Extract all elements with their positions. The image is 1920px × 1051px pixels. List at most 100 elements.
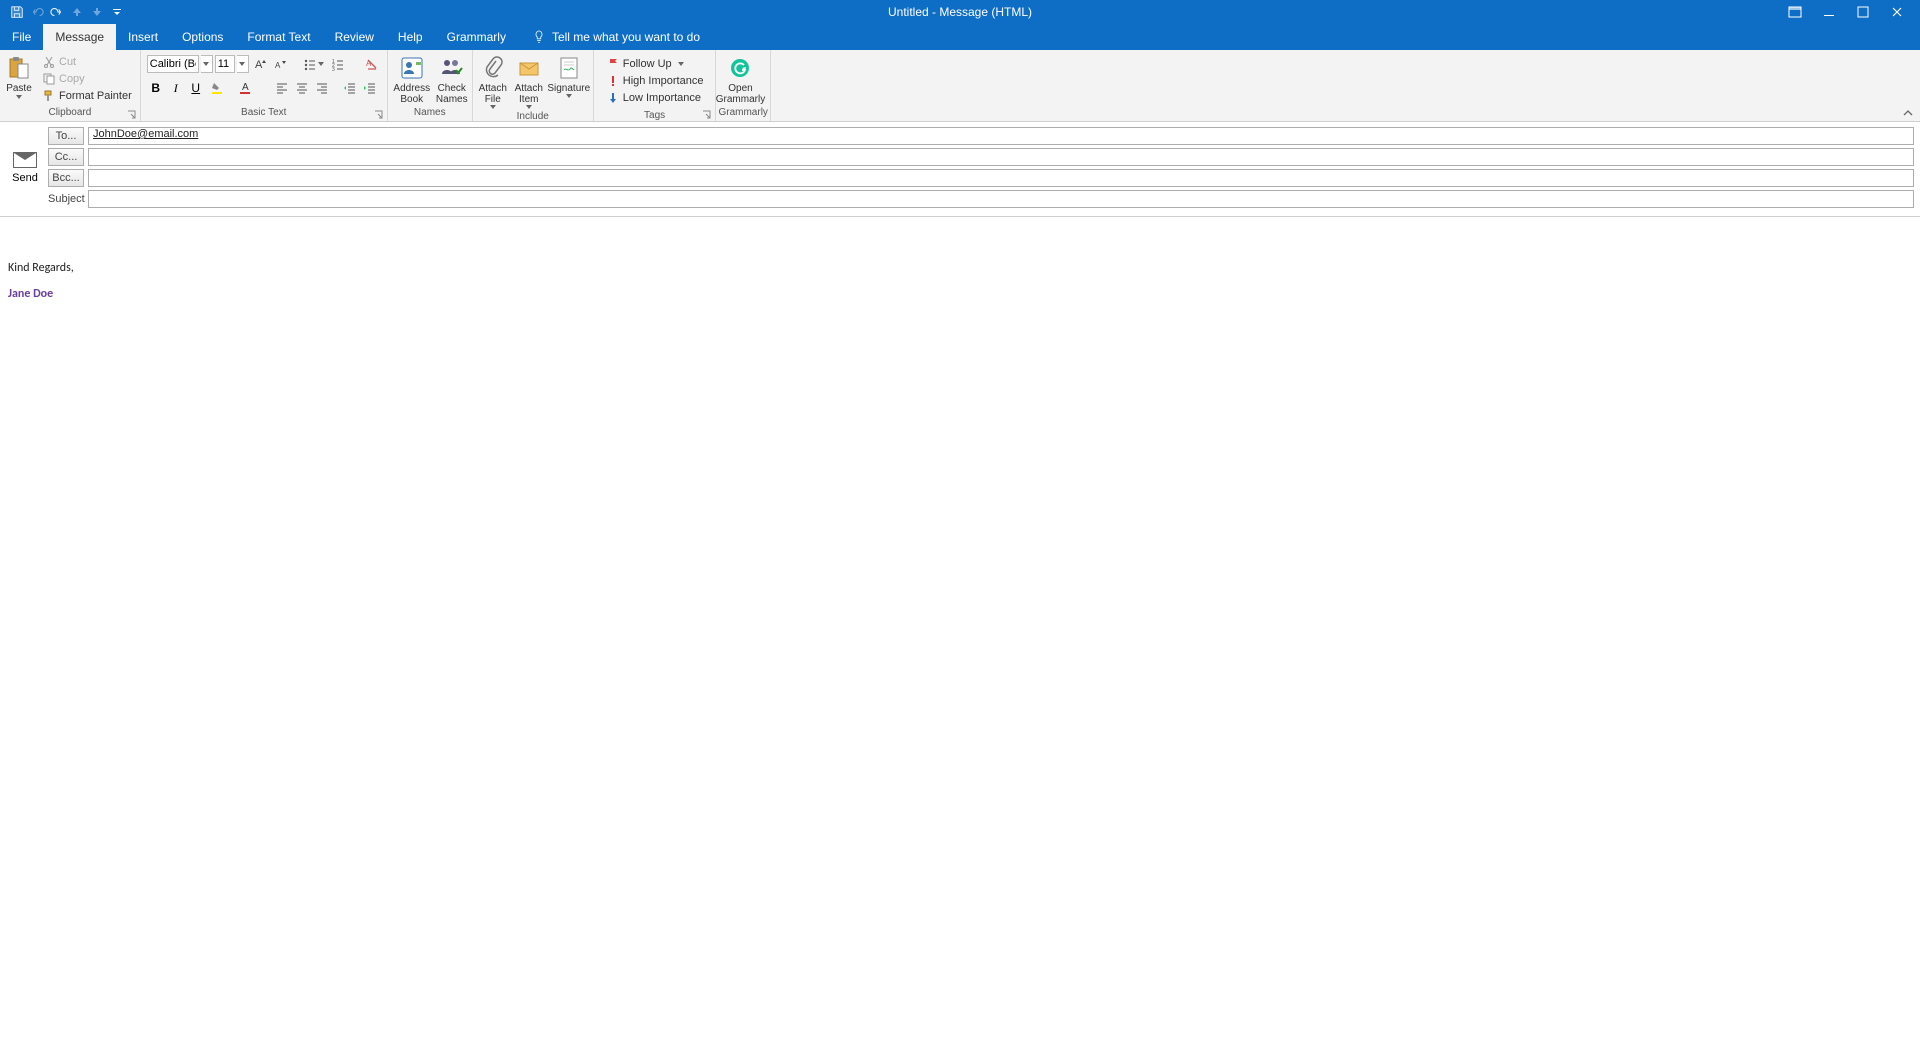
font-color-button[interactable]: A — [235, 79, 261, 97]
paste-dropdown-icon — [16, 95, 22, 99]
maximize-icon[interactable] — [1848, 2, 1878, 22]
high-importance-button[interactable]: High Importance — [602, 73, 708, 89]
collapse-ribbon-icon[interactable] — [1902, 107, 1914, 119]
decrease-indent-icon[interactable] — [341, 79, 359, 97]
increase-indent-icon[interactable] — [361, 79, 379, 97]
window-title: Untitled - Message (HTML) — [888, 5, 1032, 19]
attach-file-button[interactable]: Attach File — [475, 52, 511, 111]
paperclip-icon — [479, 54, 507, 82]
increase-font-icon[interactable]: A — [251, 55, 269, 73]
group-grammarly: Open Grammarly Grammarly — [716, 50, 770, 121]
tab-insert[interactable]: Insert — [116, 24, 170, 50]
copy-icon — [42, 72, 56, 86]
numbering-button[interactable]: 123 — [327, 55, 353, 73]
basic-text-launcher-icon[interactable] — [374, 110, 384, 120]
compose-header: Send To... JohnDoe@email.com Cc... Bcc..… — [0, 122, 1920, 217]
paste-icon — [5, 54, 33, 82]
flag-icon — [606, 57, 620, 71]
envelope-icon — [13, 152, 37, 168]
cc-input[interactable] — [88, 148, 1914, 166]
check-names-icon — [438, 54, 466, 82]
grammarly-icon — [726, 54, 754, 82]
ribbon-tabs: File Message Insert Options Format Text … — [0, 24, 1920, 50]
undo-icon[interactable] — [28, 3, 46, 21]
lightbulb-icon — [532, 30, 546, 44]
format-painter-icon — [42, 89, 56, 103]
up-arrow-icon[interactable] — [68, 3, 86, 21]
tab-format-text[interactable]: Format Text — [235, 24, 322, 50]
tab-file[interactable]: File — [0, 24, 43, 50]
font-name-input[interactable] — [147, 55, 199, 73]
window-controls — [1780, 2, 1920, 22]
signature-button[interactable]: Signature — [547, 52, 591, 100]
paste-button[interactable]: Paste — [2, 52, 36, 101]
signature-name: Jane Doe — [8, 287, 1912, 301]
follow-up-button[interactable]: Follow Up — [602, 56, 708, 72]
align-right-icon[interactable] — [313, 79, 331, 97]
cut-button[interactable]: Cut — [38, 54, 136, 70]
high-importance-icon — [606, 74, 620, 88]
tab-review[interactable]: Review — [323, 24, 386, 50]
tell-me-label: Tell me what you want to do — [552, 30, 700, 44]
quick-access-toolbar — [0, 3, 126, 21]
bcc-button[interactable]: Bcc... — [48, 169, 84, 187]
tags-launcher-icon[interactable] — [702, 110, 712, 120]
check-names-button[interactable]: Check Names — [434, 52, 470, 107]
qat-customize-icon[interactable] — [108, 3, 126, 21]
email-body[interactable]: Kind Regards, Jane Doe — [0, 217, 1920, 317]
to-button[interactable]: To... — [48, 127, 84, 145]
attach-item-icon — [515, 54, 543, 82]
send-button[interactable]: Send — [6, 126, 44, 210]
svg-text:A: A — [242, 82, 249, 93]
group-tags: Follow Up High Importance Low Importance… — [594, 50, 717, 121]
font-size-dropdown[interactable] — [237, 55, 249, 73]
font-size-input[interactable] — [215, 55, 235, 73]
to-input[interactable]: JohnDoe@email.com — [88, 127, 1914, 145]
clipboard-launcher-icon[interactable] — [127, 110, 137, 120]
tab-grammarly[interactable]: Grammarly — [435, 24, 518, 50]
tab-help[interactable]: Help — [386, 24, 435, 50]
align-left-icon[interactable] — [273, 79, 291, 97]
tab-message[interactable]: Message — [43, 24, 116, 50]
cut-icon — [42, 55, 56, 69]
ribbon-display-icon[interactable] — [1780, 2, 1810, 22]
subject-input[interactable] — [88, 190, 1914, 208]
group-names: Address Book Check Names Names — [388, 50, 473, 121]
clear-formatting-icon[interactable]: A — [363, 55, 381, 73]
svg-text:A: A — [275, 61, 281, 70]
svg-text:A: A — [366, 59, 372, 68]
close-icon[interactable] — [1882, 2, 1912, 22]
format-painter-button[interactable]: Format Painter — [38, 88, 136, 104]
group-clipboard: Paste Cut Copy Format Painter Clipboard — [0, 50, 141, 121]
highlight-button[interactable] — [207, 79, 233, 97]
tab-options[interactable]: Options — [170, 24, 235, 50]
align-center-icon[interactable] — [293, 79, 311, 97]
svg-text:A: A — [255, 59, 263, 71]
bcc-input[interactable] — [88, 169, 1914, 187]
subject-label: Subject — [48, 193, 84, 205]
decrease-font-icon[interactable]: A — [271, 55, 289, 73]
group-basic-text: A A 123 A B I U A — [141, 50, 388, 121]
group-include: Attach File Attach Item Signature Includ… — [473, 50, 594, 121]
tell-me-search[interactable]: Tell me what you want to do — [524, 24, 708, 50]
save-icon[interactable] — [8, 3, 26, 21]
copy-button[interactable]: Copy — [38, 71, 136, 87]
open-grammarly-button[interactable]: Open Grammarly — [718, 52, 762, 107]
svg-text:3: 3 — [332, 67, 335, 71]
signature-icon — [555, 54, 583, 82]
down-arrow-icon[interactable] — [88, 3, 106, 21]
minimize-icon[interactable] — [1814, 2, 1844, 22]
cc-button[interactable]: Cc... — [48, 148, 84, 166]
low-importance-button[interactable]: Low Importance — [602, 90, 708, 106]
italic-button[interactable]: I — [167, 79, 185, 97]
underline-button[interactable]: U — [187, 79, 205, 97]
attach-item-button[interactable]: Attach Item — [511, 52, 547, 111]
address-book-icon — [398, 54, 426, 82]
redo-icon[interactable] — [48, 3, 66, 21]
bold-button[interactable]: B — [147, 79, 165, 97]
ribbon: Paste Cut Copy Format Painter Clipboard … — [0, 50, 1920, 122]
address-book-button[interactable]: Address Book — [390, 52, 434, 107]
signature-closing: Kind Regards, — [8, 261, 1912, 275]
bullets-button[interactable] — [299, 55, 325, 73]
font-name-dropdown[interactable] — [201, 55, 213, 73]
